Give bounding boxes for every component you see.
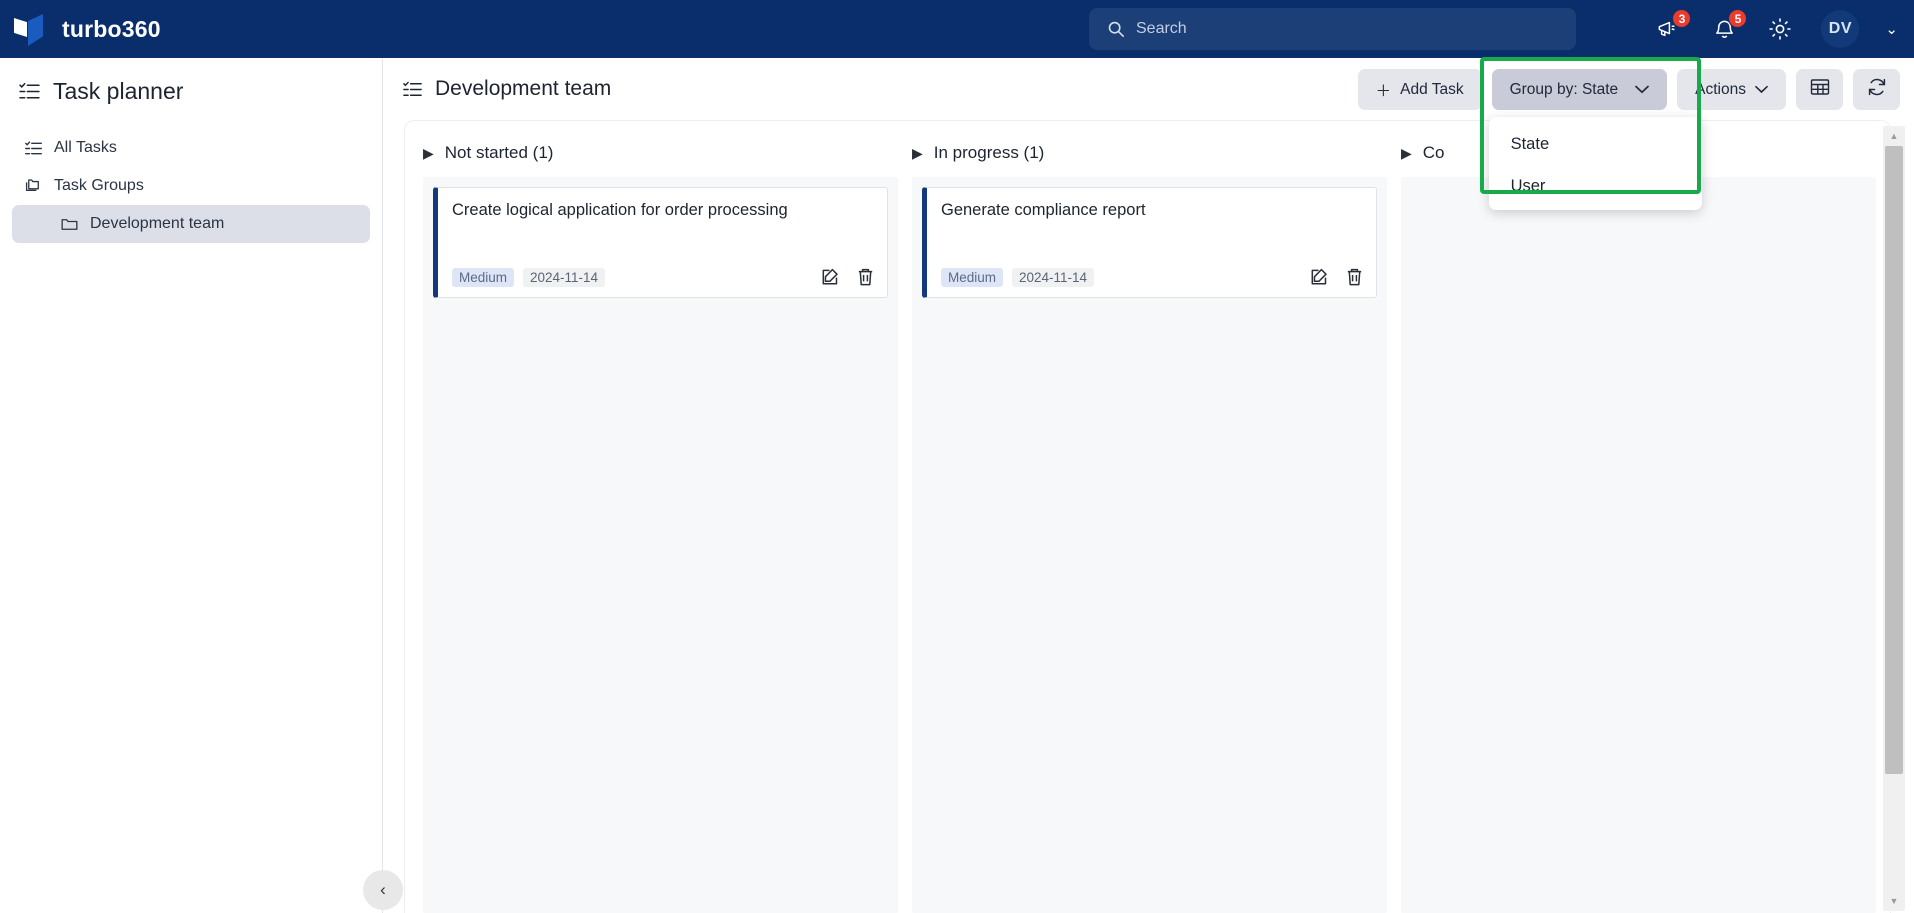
dropdown-option-user[interactable]: User (1489, 165, 1702, 207)
brand-name: turbo360 (62, 15, 161, 42)
checklist-icon (18, 80, 41, 103)
column-dropzone[interactable]: Create logical application for order pro… (423, 177, 898, 913)
table-grid-icon (1809, 76, 1831, 103)
chevron-down-icon[interactable]: ⌄ (1885, 20, 1898, 38)
chevron-down-icon (1755, 81, 1768, 99)
task-card-footer: Medium 2024-11-14 (452, 267, 875, 287)
priority-badge: Medium (452, 267, 515, 287)
sidebar: Task planner All Tasks Task Groups Devel… (0, 58, 383, 913)
sidebar-item-all-tasks[interactable]: All Tasks (12, 129, 370, 167)
trash-icon[interactable] (856, 267, 875, 287)
folder-icon (60, 215, 79, 234)
grid-view-button[interactable] (1796, 69, 1843, 110)
column-header[interactable]: ▶ In progress (1) (912, 143, 1387, 177)
caret-down-icon[interactable]: ▼ (1883, 891, 1905, 911)
sidebar-item-label: Task Groups (54, 177, 144, 194)
sidebar-item-task-groups[interactable]: Task Groups (12, 167, 370, 205)
kanban-column-completed: ▶ Co (1401, 143, 1876, 913)
scrollbar-thumb[interactable] (1885, 146, 1903, 774)
kanban-column-in-progress: ▶ In progress (1) Generate compliance re… (912, 143, 1387, 913)
board-toolbar: ＋ Add Task Group by: State State User Ac… (1357, 57, 1900, 210)
board-title: Development team (402, 77, 611, 101)
avatar[interactable]: DV (1821, 10, 1860, 48)
search-icon (1107, 20, 1125, 38)
priority-badge: Medium (941, 267, 1004, 287)
due-date: 2024-11-14 (523, 267, 606, 287)
actions-label: Actions (1695, 80, 1746, 98)
vertical-scrollbar[interactable]: ▲ ▼ (1883, 126, 1905, 911)
triangle-right-icon[interactable]: ▶ (423, 146, 434, 160)
task-card[interactable]: Create logical application for order pro… (433, 187, 888, 298)
add-task-label: Add Task (1400, 80, 1464, 98)
task-card-actions (820, 267, 875, 287)
column-title: Co (1422, 143, 1445, 162)
board-header: Development team ＋ Add Task Group by: St… (384, 57, 1914, 210)
triangle-right-icon[interactable]: ▶ (912, 146, 923, 160)
task-card-title: Generate compliance report (941, 201, 1146, 219)
edit-pencil-icon[interactable] (1309, 267, 1329, 287)
sidebar-collapse-button[interactable]: ‹ (363, 870, 403, 910)
column-title: Not started (1) (444, 143, 554, 162)
trash-icon[interactable] (1345, 267, 1364, 287)
sidebar-item-development-team[interactable]: Development team (12, 205, 370, 243)
triangle-right-icon[interactable]: ▶ (1401, 146, 1412, 160)
checklist-icon (402, 79, 423, 100)
announcements-button[interactable]: 3 (1653, 9, 1692, 44)
task-card-actions (1309, 267, 1364, 287)
edit-pencil-icon[interactable] (820, 267, 840, 287)
page-title-label: Task planner (53, 78, 184, 104)
column-title: In progress (1) (933, 143, 1045, 162)
sidebar-item-label: Development team (90, 215, 225, 232)
kanban-columns: ▶ Not started (1) Create logical applica… (405, 121, 1890, 913)
column-dropzone[interactable]: Generate compliance report Medium 2024-1… (912, 177, 1387, 913)
sidebar-item-label: All Tasks (54, 139, 117, 156)
notifications-badge: 5 (1728, 9, 1748, 28)
group-by-label: Group by: State (1509, 80, 1619, 98)
group-by-control: Group by: State State User (1479, 57, 1702, 210)
settings-button[interactable] (1765, 14, 1795, 44)
column-header[interactable]: ▶ Not started (1) (423, 143, 898, 177)
actions-button[interactable]: Actions (1677, 69, 1786, 110)
topbar-actions: 3 5 DV ⌄ (1653, 0, 1898, 58)
group-by-dropdown-menu: State User (1488, 117, 1702, 210)
page-title: Task planner (0, 58, 382, 105)
brand[interactable]: turbo360 (0, 14, 330, 46)
notifications-button[interactable]: 5 (1709, 9, 1748, 44)
chevron-left-icon: ‹ (380, 880, 386, 899)
checklist-icon (24, 139, 43, 158)
add-task-button[interactable]: ＋ Add Task (1357, 69, 1482, 110)
top-navigation-bar: turbo360 3 5 (0, 0, 1914, 58)
dropdown-option-state[interactable]: State (1489, 123, 1702, 165)
search-input[interactable] (1136, 20, 1558, 38)
refresh-icon (1866, 76, 1888, 103)
announcements-badge: 3 (1672, 9, 1692, 28)
board-title-label: Development team (435, 77, 612, 100)
chevron-down-icon (1635, 81, 1650, 99)
turbo360-logo-icon (14, 14, 48, 46)
folders-icon (24, 177, 43, 196)
search-bar[interactable] (1089, 8, 1576, 50)
task-card[interactable]: Generate compliance report Medium 2024-1… (922, 187, 1377, 298)
column-dropzone[interactable] (1401, 177, 1876, 913)
plus-icon: ＋ (1375, 82, 1392, 100)
kanban-column-not-started: ▶ Not started (1) Create logical applica… (423, 143, 898, 913)
main-content: Development team ＋ Add Task Group by: St… (384, 57, 1914, 913)
task-card-footer: Medium 2024-11-14 (941, 267, 1364, 287)
refresh-button[interactable] (1853, 69, 1900, 110)
due-date: 2024-11-14 (1012, 267, 1095, 287)
kanban-board: ▶ Not started (1) Create logical applica… (404, 120, 1891, 913)
task-card-title: Create logical application for order pro… (452, 201, 788, 219)
caret-up-icon[interactable]: ▲ (1883, 126, 1905, 146)
group-by-button[interactable]: Group by: State (1491, 69, 1668, 110)
